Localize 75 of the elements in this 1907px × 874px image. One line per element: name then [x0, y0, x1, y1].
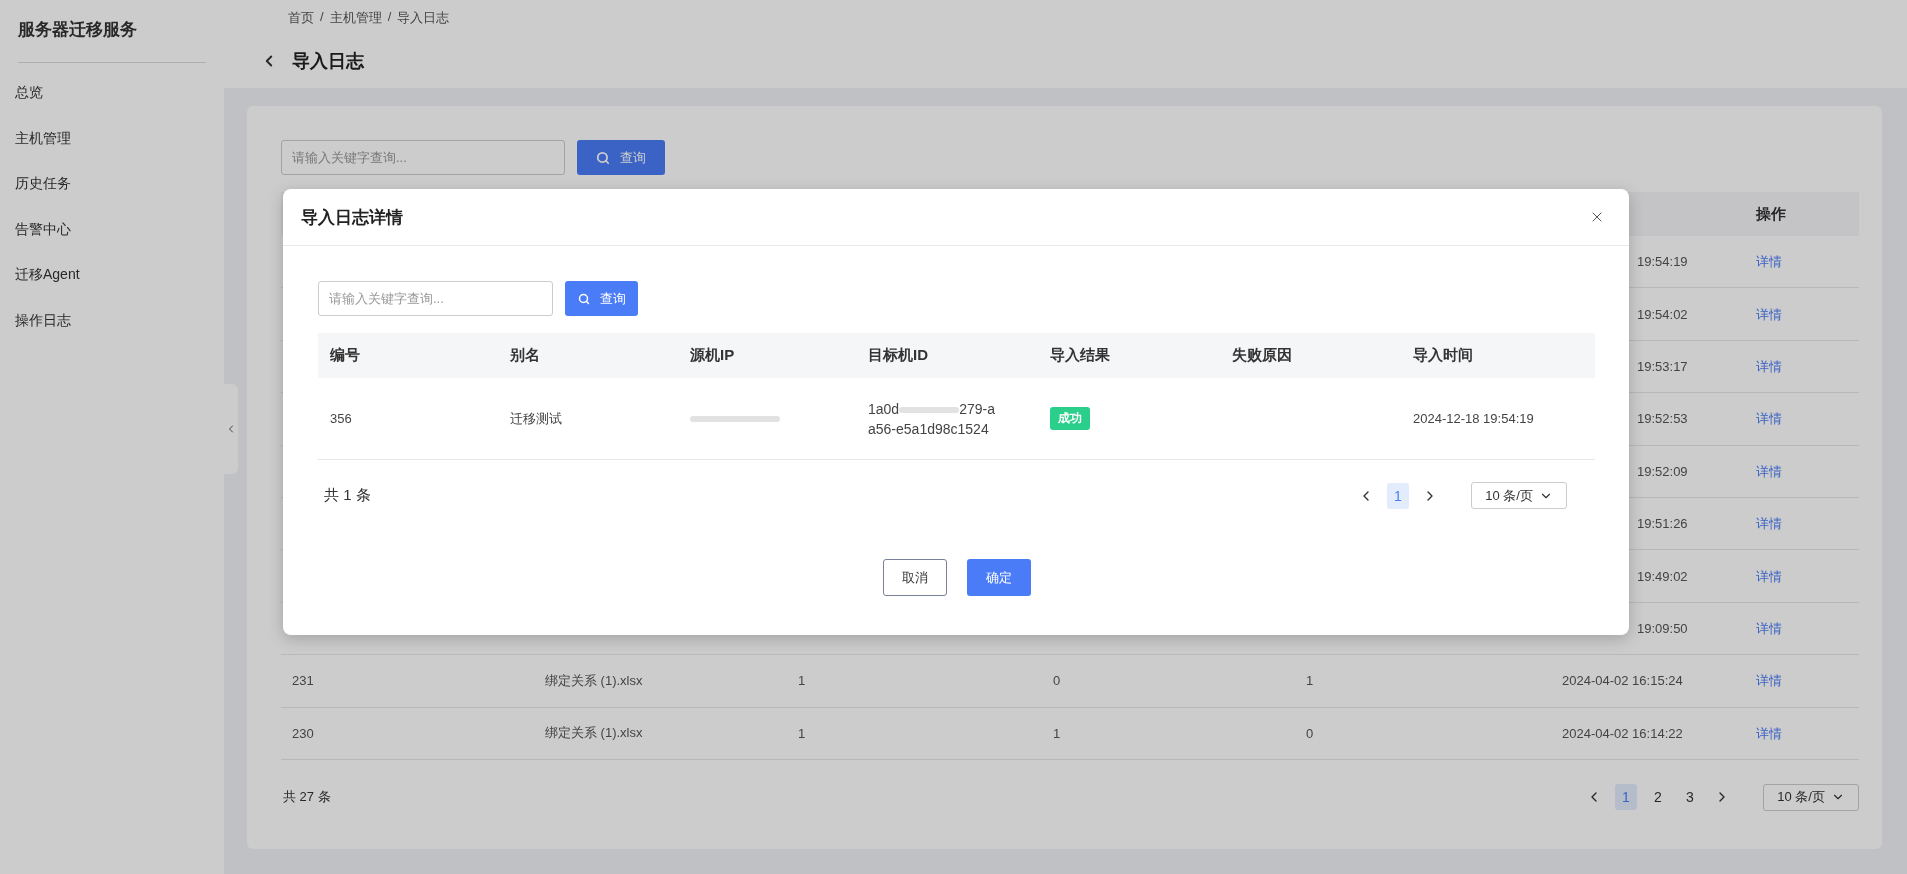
cancel-button[interactable]: 取消 [882, 559, 947, 596]
details-link[interactable]: 详情 [1745, 254, 1782, 270]
collapse-handle[interactable] [224, 384, 238, 474]
column-header: 失败原因 [1231, 346, 1293, 365]
table-cell-text: 2024-04-02 16:15:24 [1561, 673, 1684, 689]
column-header: 目标机ID [867, 346, 929, 365]
page-button[interactable]: 1 [1615, 784, 1637, 811]
table-cell-text: 19:52:09 [1636, 463, 1689, 479]
page-button[interactable]: 2 [1647, 784, 1669, 811]
total-count: 共 1 条 [324, 486, 371, 505]
sidebar-item[interactable]: 主机管理 [15, 120, 206, 166]
page-button[interactable]: 1 [1387, 482, 1409, 509]
breadcrumb-link[interactable]: 导入日志 [397, 9, 450, 27]
table-cell-text: 231 [291, 673, 315, 689]
column-header: 导入时间 [1412, 346, 1474, 365]
table-cell-text: 迁移测试 [509, 409, 563, 428]
table-cell-text: 2024-04-02 16:14:22 [1561, 725, 1684, 741]
details-link[interactable]: 详情 [1745, 306, 1782, 322]
page-size-select[interactable]: 10 条/页 [1471, 482, 1567, 509]
status-tag: 成功 [1050, 407, 1090, 430]
confirm-button[interactable]: 确定 [966, 559, 1031, 596]
table-cell-text: 230 [291, 725, 315, 741]
sidebar-item[interactable]: 告警中心 [15, 211, 206, 257]
search-icon [596, 150, 610, 165]
table-cell-text: 1 [1305, 673, 1315, 689]
search-field[interactable]: 请输入关键字查询... [318, 281, 553, 316]
redacted-mark [899, 404, 960, 415]
table-cell-text: 19:54:19 [1636, 254, 1689, 270]
table-cell-text: 1a0d 279-a a56-e5a1d98c1524 [867, 399, 996, 439]
details-link[interactable]: 详情 [1745, 516, 1782, 532]
breadcrumb-link[interactable]: 首页 [288, 9, 314, 27]
table-cell-text: 19:09:50 [1636, 620, 1689, 636]
table-cell-text: 19:51:26 [1636, 516, 1689, 532]
table-cell-text: 19:52:53 [1636, 411, 1689, 427]
details-link[interactable]: 详情 [1745, 463, 1782, 479]
sidebar-item[interactable]: 总览 [15, 75, 206, 121]
table-cell-text: 0 [1305, 725, 1315, 741]
breadcrumb-separator: / [320, 9, 324, 26]
table-cell-text: 19:54:02 [1636, 306, 1689, 322]
column-header: 编号 [329, 346, 361, 365]
dialog-title: 导入日志详情 [301, 206, 403, 229]
table-cell-text: 2024-12-18 19:54:19 [1412, 411, 1535, 426]
details-link[interactable]: 详情 [1745, 568, 1782, 584]
table-cell-text: 0 [1052, 673, 1062, 689]
app-title: 服务器迁移服务 [18, 19, 138, 41]
details-link[interactable]: 详情 [1745, 411, 1782, 427]
breadcrumb-link[interactable]: 主机管理 [329, 9, 382, 27]
column-header: 导入结果 [1049, 346, 1111, 365]
table-cell-text: 356 [329, 411, 353, 426]
table-cell-text: 1 [797, 673, 807, 689]
page-size-select[interactable]: 10 条/页 [1763, 783, 1859, 811]
details-link[interactable]: 详情 [1745, 358, 1782, 374]
column-header: 操作 [1755, 204, 1787, 224]
details-link[interactable]: 详情 [1745, 673, 1782, 689]
details-link[interactable]: 详情 [1745, 620, 1782, 636]
details-link[interactable]: 详情 [1745, 725, 1782, 741]
column-header: 源机IP [689, 346, 736, 365]
column-header: 别名 [509, 346, 541, 365]
table-cell-text: 1 [1052, 725, 1062, 741]
query-button[interactable]: 查询 [577, 140, 665, 175]
page-title: 导入日志 [292, 50, 364, 73]
table-cell-text: 1 [797, 725, 807, 741]
page-button[interactable]: 3 [1679, 784, 1701, 811]
table-cell-text: 19:49:02 [1636, 568, 1689, 584]
search-icon [577, 292, 590, 305]
total-count: 共 27 条 [283, 788, 331, 807]
sidebar-item[interactable]: 历史任务 [15, 166, 206, 212]
sidebar-item[interactable]: 操作日志 [15, 302, 206, 348]
table-cell-text: 19:53:17 [1636, 358, 1689, 374]
table-cell-text: 绑定关系 (1).xlsx [544, 724, 644, 743]
table-cell-text: 绑定关系 (1).xlsx [544, 671, 644, 690]
sidebar-item[interactable]: 迁移Agent [15, 257, 206, 303]
query-button[interactable]: 查询 [565, 281, 638, 316]
breadcrumb-separator: / [387, 9, 392, 26]
search-field[interactable]: 请输入关键字查询... [281, 140, 565, 175]
